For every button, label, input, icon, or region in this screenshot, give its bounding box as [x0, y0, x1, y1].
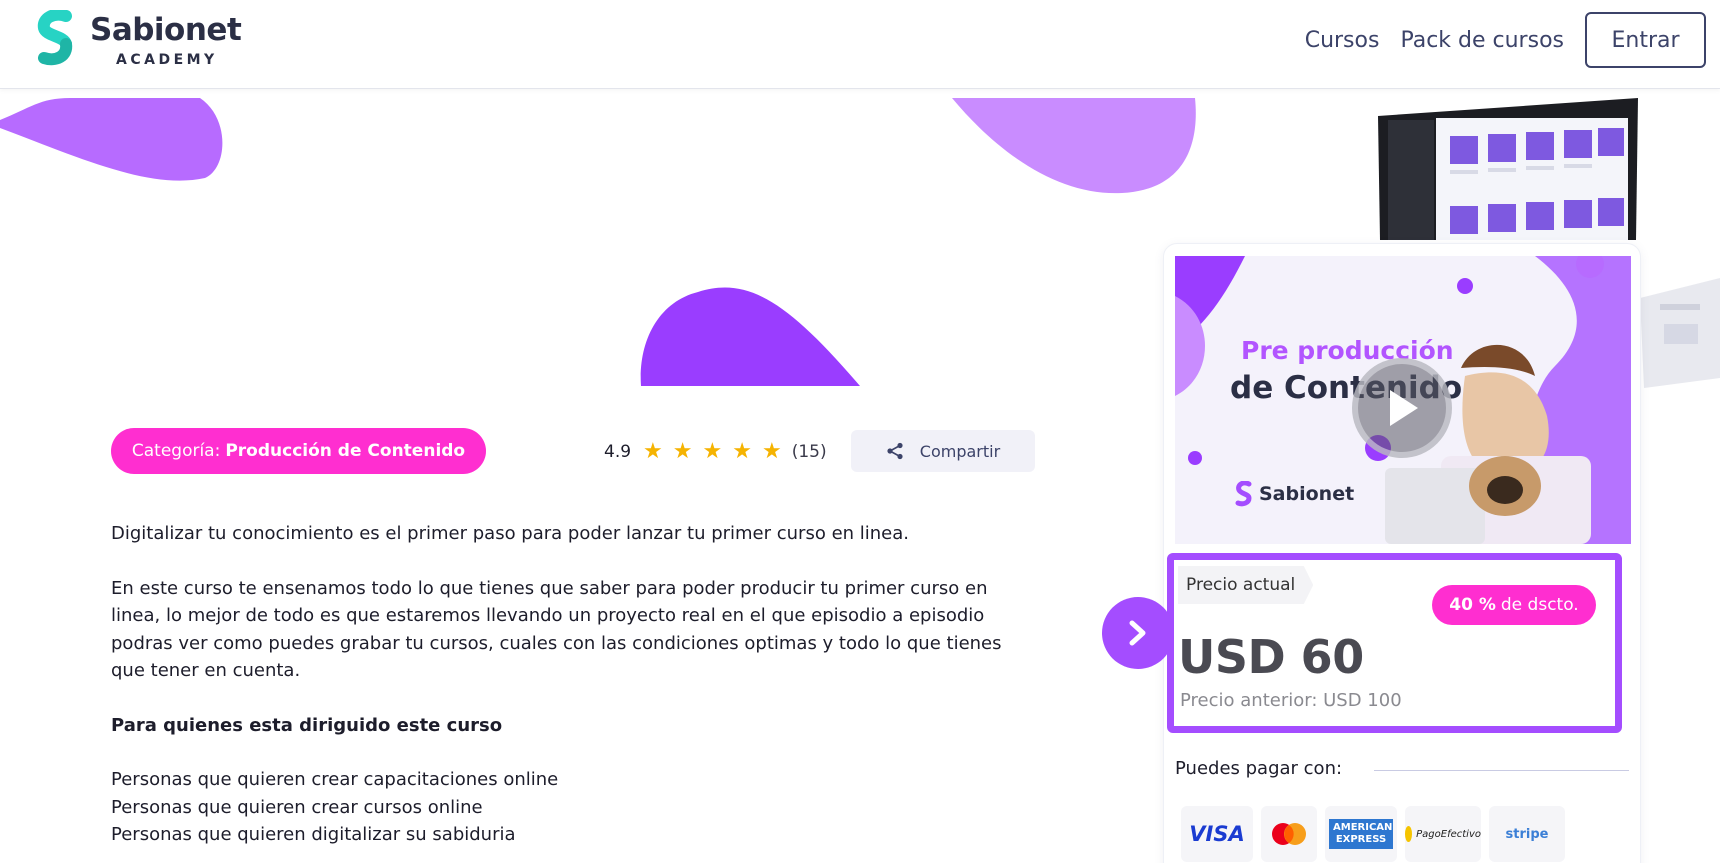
pagoefectivo-text: PagoEfectivo [1416, 828, 1481, 840]
category-name: Producción de Contenido [225, 441, 466, 461]
stripe-text: stripe [1505, 826, 1549, 842]
visa-text: VISA [1189, 822, 1245, 846]
amex-logo: AMERICAN EXPRESS [1325, 806, 1397, 862]
play-button[interactable] [1352, 358, 1452, 458]
description-intro: Digitalizar tu conocimiento es el primer… [111, 523, 910, 544]
logo-subtitle: ACADEMY [116, 52, 218, 68]
star-icon: ★ [761, 439, 782, 464]
previous-price: Precio anterior: USD 100 [1180, 690, 1402, 711]
sabionet-logo-icon [37, 10, 73, 66]
audience-item: Personas que quieren crear capacitacione… [111, 769, 559, 790]
payment-divider [1374, 770, 1629, 771]
decor-blob-center [640, 287, 860, 386]
amex-text: AMERICAN EXPRESS [1329, 819, 1393, 849]
visa-logo: VISA [1181, 806, 1253, 862]
audience-item: Personas que quieren digitalizar su sabi… [111, 824, 516, 845]
chevron-right-icon [1129, 620, 1146, 646]
thumbnail-brand: Sabionet [1235, 481, 1354, 507]
decor-blob-left [0, 98, 223, 181]
share-icon [887, 442, 903, 460]
category-prefix: Categoría: [131, 441, 221, 461]
star-icon: ★ [643, 439, 663, 464]
sabionet-brand-icon [1235, 481, 1252, 507]
logo-name: Sabionet [90, 12, 242, 48]
star-icon: ★ [672, 439, 693, 464]
play-icon [1390, 390, 1418, 426]
login-button[interactable]: Entrar [1585, 12, 1706, 68]
stripe-logo: stripe [1489, 806, 1565, 862]
share-label: Compartir [919, 441, 1001, 461]
audience-list: Personas que quieren crear capacitacione… [111, 766, 1031, 849]
description-body: En este curso te ensenamos todo lo que t… [111, 577, 1002, 682]
pagoefectivo-icon [1405, 826, 1413, 842]
star-icon: ★ [702, 439, 723, 464]
mastercard-logo [1261, 806, 1317, 862]
audience-item: Personas que quieren crear cursos online [111, 796, 483, 818]
scroll-arrow-button[interactable] [1102, 597, 1174, 669]
payment-methods: VISA AMERICAN EXPRESS PagoEfectivo strip… [1181, 806, 1573, 862]
decor-blob-top [952, 98, 1196, 194]
current-price: USD 60 [1178, 630, 1364, 684]
pagoefectivo-logo: PagoEfectivo [1405, 806, 1481, 862]
site-header: Sabionet ACADEMY Cursos Pack de cursos E… [0, 0, 1720, 89]
share-button[interactable]: Compartir [851, 430, 1035, 472]
course-description: Digitalizar tu conocimiento es el primer… [111, 520, 1031, 849]
audience-heading: Para quienes esta diriguido este curso [111, 714, 503, 736]
rating-count: (15) [791, 442, 827, 462]
dashboard-mockup-image [1378, 98, 1638, 240]
sabionet-logo[interactable]: Sabionet ACADEMY [36, 8, 256, 70]
page: Sabionet ACADEMY Cursos Pack de cursos E… [0, 0, 1720, 863]
course-rating: 4.9 ★ ★ ★ ★ ★ (15) [604, 438, 827, 466]
mastercard-icon [1272, 823, 1306, 845]
payment-label: Puedes pagar con: [1175, 758, 1343, 779]
category-badge[interactable]: Categoría: Producción de Contenido [111, 428, 486, 474]
discount-suffix: de dscto. [1500, 595, 1579, 615]
nav-cursos[interactable]: Cursos [1305, 28, 1380, 53]
thumbnail-brand-name: Sabionet [1259, 483, 1355, 505]
nav-pack-de-cursos[interactable]: Pack de cursos [1400, 28, 1564, 53]
discount-badge: 40 % de dscto. [1432, 585, 1596, 625]
discount-value: 40 % [1449, 595, 1496, 615]
main-nav: Cursos Pack de cursos Entrar [1305, 12, 1706, 68]
star-icon: ★ [732, 439, 752, 464]
thumbnail-title-line1: Pre producción [1241, 336, 1454, 365]
rating-value: 4.9 [604, 442, 632, 462]
laptop-mockup-image [1640, 278, 1720, 388]
current-price-label: Precio actual [1178, 566, 1314, 604]
